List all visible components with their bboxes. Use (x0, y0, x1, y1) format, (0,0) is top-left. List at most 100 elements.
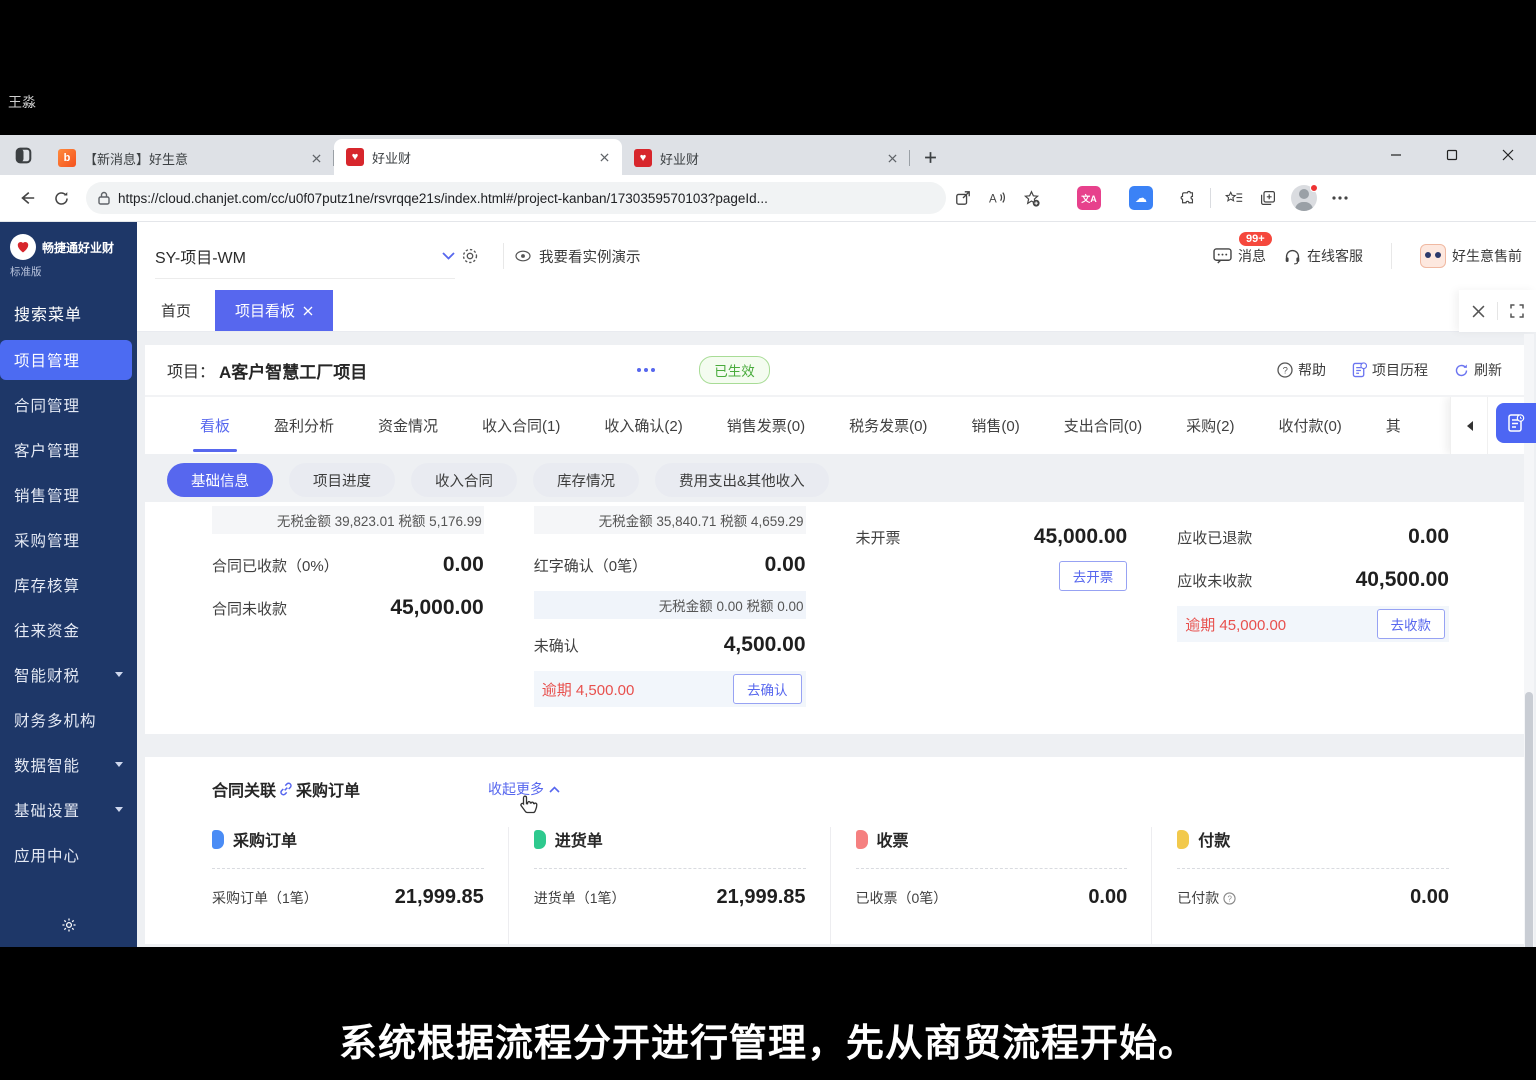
tab-tax-invoice[interactable]: 税务发票(0) (849, 415, 927, 436)
cursor-hand (516, 793, 540, 819)
sidebar-item-smart-tax[interactable]: 智能财税 (0, 655, 137, 695)
go-confirm-button[interactable]: 去确认 (733, 674, 802, 704)
browser-tab-1[interactable]: b 【新消息】好生意 (46, 141, 334, 175)
tab-search-icon[interactable] (0, 135, 46, 175)
refresh-link[interactable]: 刷新 (1454, 360, 1502, 380)
maximize-button[interactable] (1424, 135, 1480, 175)
tab-sales-invoice[interactable]: 销售发票(0) (727, 415, 805, 436)
tab-sales[interactable]: 销售(0) (971, 415, 1019, 436)
online-support-button[interactable]: 在线客服 (1284, 246, 1363, 266)
stats-panel: 无税金额 39,823.01 税额 5,176.99 合同已收款（0%） 0.00… (145, 502, 1524, 734)
tab-profit[interactable]: 盈利分析 (274, 415, 334, 436)
tab-purchase[interactable]: 采购(2) (1186, 415, 1234, 436)
url-text: https://cloud.chanjet.com/cc/u0f07putz1n… (118, 190, 768, 206)
tab-close-icon[interactable] (884, 150, 900, 166)
sidebar-gear-icon[interactable] (0, 917, 137, 933)
presales-assistant[interactable]: 好生意售前 (1420, 244, 1522, 268)
refresh-icon[interactable] (44, 181, 78, 215)
tab-close-icon[interactable] (308, 150, 324, 166)
tab-payments[interactable]: 收付款(0) (1278, 415, 1341, 436)
tab-expense-contract[interactable]: 支出合同(0) (1064, 415, 1142, 436)
tab-funds[interactable]: 资金情况 (378, 415, 438, 436)
scrollbar-thumb[interactable] (1525, 692, 1533, 947)
sidebar-item-finance-org[interactable]: 财务多机构 (0, 700, 137, 740)
workspace-tab-home[interactable]: 首页 (137, 290, 215, 331)
back-icon[interactable] (10, 181, 44, 215)
tab-income-contract[interactable]: 收入合同(1) (482, 415, 560, 436)
browser-window: b 【新消息】好生意 ♥ 好业财 ♥ 好业财 https://cloud.cha… (0, 135, 1536, 947)
sidebar-item-settings[interactable]: 基础设置 (0, 790, 137, 830)
stats-col-contract: 无税金额 39,823.01 税额 5,176.99 合同已收款（0%） 0.00… (212, 502, 484, 707)
share-icon[interactable] (946, 181, 980, 215)
purchase-card-order: 采购订单 采购订单（1笔） 21,999.85 (212, 827, 484, 909)
chanjet-logo-icon (10, 234, 36, 260)
browser-tab-title: 【新消息】好生意 (84, 151, 189, 167)
close-window-button[interactable] (1480, 135, 1536, 175)
sidebar-item-customer[interactable]: 客户管理 (0, 430, 137, 470)
sidebar-item-purchase[interactable]: 采购管理 (0, 520, 137, 560)
collapse-more-link[interactable]: 收起更多 (488, 779, 560, 814)
browser-menu-icon[interactable] (1323, 181, 1357, 215)
video-frame: b 【新消息】好生意 ♥ 好业财 ♥ 好业财 https://cloud.cha… (0, 0, 1536, 1080)
help-link[interactable]: ? 帮助 (1277, 360, 1326, 380)
edition-label: 标准版 (10, 266, 42, 278)
pill-inventory[interactable]: 库存情况 (533, 463, 639, 497)
cloud-extension-icon[interactable]: ☁ (1124, 181, 1158, 215)
help-circle-icon[interactable]: ? (1223, 891, 1236, 905)
workspace-tab-kanban[interactable]: 项目看板 (215, 290, 334, 331)
chevron-down-icon (115, 761, 123, 767)
haoshengyi-favicon: b (58, 149, 76, 167)
sidebar-item-inventory[interactable]: 库存核算 (0, 565, 137, 605)
tab-close-icon[interactable] (596, 149, 612, 165)
workspace-tab-bar: 首页 项目看板 (137, 290, 1536, 332)
sidebar-search-menu[interactable]: 搜索菜单 (0, 289, 137, 337)
collections-icon[interactable] (1251, 181, 1285, 215)
translate-extension-icon[interactable]: 文A (1072, 181, 1106, 215)
project-log-float-button[interactable] (1496, 403, 1536, 443)
browser-tab-2-active[interactable]: ♥ 好业财 (334, 139, 622, 175)
tab-income-confirm[interactable]: 收入确认(2) (604, 415, 682, 436)
pill-progress[interactable]: 项目进度 (289, 463, 395, 497)
org-settings-gear-icon[interactable] (461, 247, 479, 265)
scroll-left-icon[interactable] (1450, 397, 1487, 454)
tab-kanban[interactable]: 看板 (200, 415, 230, 436)
new-tab-button[interactable] (916, 143, 944, 171)
close-all-tabs-icon[interactable] (1459, 290, 1497, 332)
pill-expense[interactable]: 费用支出&其他收入 (655, 463, 829, 497)
sidebar-item-contract[interactable]: 合同管理 (0, 385, 137, 425)
org-selector[interactable]: SY-项目-WM (155, 244, 455, 279)
browser-tab-3[interactable]: ♥ 好业财 (622, 141, 910, 175)
browser-tab-title: 好业财 (372, 150, 412, 166)
messages-badge: 99+ (1239, 232, 1272, 246)
messages-button[interactable]: 消息 99+ (1213, 232, 1272, 266)
address-bar[interactable]: https://cloud.chanjet.com/cc/u0f07putz1n… (86, 182, 946, 214)
browser-profile-avatar[interactable] (1291, 184, 1318, 211)
go-collect-button[interactable]: 去收款 (1376, 609, 1445, 639)
extensions-puzzle-icon[interactable] (1170, 181, 1204, 215)
demo-link[interactable]: 我要看实例演示 (514, 246, 641, 267)
sidebar-item-app-center[interactable]: 应用中心 (0, 835, 137, 875)
sidebar-item-data-intel[interactable]: 数据智能 (0, 745, 137, 785)
lock-icon (98, 191, 110, 205)
go-invoice-button[interactable]: 去开票 (1058, 561, 1128, 591)
haoyecai-favicon: ♥ (346, 148, 364, 166)
favorites-bar-icon[interactable] (1217, 181, 1251, 215)
sidebar-item-funds[interactable]: 往来资金 (0, 610, 137, 650)
tax-summary: 无税金额 39,823.01 税额 5,176.99 (212, 506, 484, 534)
pill-basic-info[interactable]: 基础信息 (167, 463, 273, 497)
minimize-button[interactable] (1368, 135, 1424, 175)
help-icon: ? (1277, 362, 1293, 378)
read-aloud-icon[interactable]: A (980, 181, 1014, 215)
favorite-star-icon[interactable] (1014, 181, 1048, 215)
more-actions-icon[interactable] (637, 368, 656, 372)
sidebar-item-sales[interactable]: 销售管理 (0, 475, 137, 515)
svg-text:?: ? (1283, 365, 1288, 376)
profile-notification-dot (1310, 184, 1318, 192)
project-history-link[interactable]: 项目历程 (1352, 360, 1428, 380)
close-tab-icon[interactable] (303, 306, 313, 316)
sidebar-item-project[interactable]: 项目管理 (0, 339, 132, 380)
chevron-up-icon (549, 785, 560, 793)
fullscreen-icon[interactable] (1498, 290, 1536, 332)
tab-clipped[interactable]: 其 (1386, 415, 1402, 436)
pill-income-contract[interactable]: 收入合同 (411, 463, 517, 497)
